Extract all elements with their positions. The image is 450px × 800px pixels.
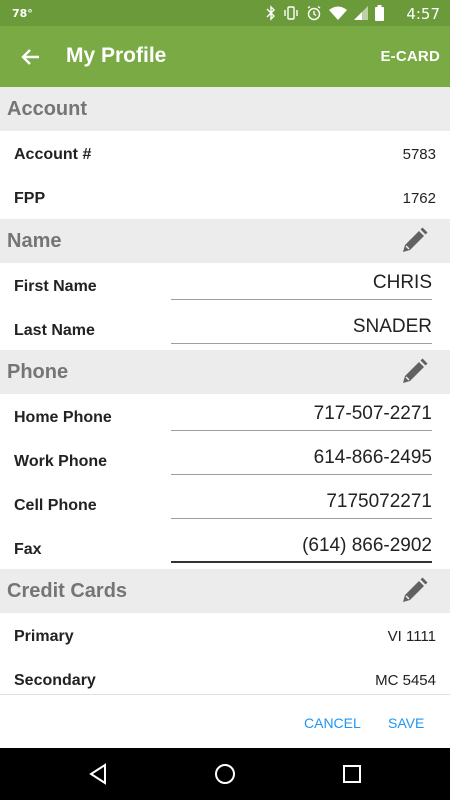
e-card-button[interactable]: E-CARD [380, 48, 440, 65]
row-label: Secondary [14, 672, 96, 689]
work-phone-field[interactable]: 614-866-2495 [171, 442, 432, 475]
cancel-button[interactable]: CANCEL [304, 715, 361, 731]
cell-phone-row: Cell Phone 7175072271 [0, 482, 450, 526]
section-title: Credit Cards [7, 580, 128, 602]
work-phone-row: Work Phone 614-866-2495 [0, 438, 450, 482]
row-label: Cell Phone [14, 497, 97, 514]
app-bar: My Profile E-CARD [0, 26, 450, 87]
home-phone-row: Home Phone 717-507-2271 [0, 394, 450, 438]
nav-home-icon[interactable] [213, 762, 237, 786]
nav-back-icon[interactable] [86, 762, 110, 786]
fax-row: Fax (614) 866-2902 [0, 526, 450, 570]
nav-recents-icon[interactable] [340, 762, 364, 786]
save-button[interactable]: SAVE [388, 715, 424, 731]
row-label: Home Phone [14, 409, 112, 426]
first-name-row: First Name CHRIS [0, 263, 450, 307]
account-number-row: Account # 5783 [0, 131, 450, 175]
row-value: VI 1111 [387, 628, 436, 645]
edit-credit-cards-pencil-icon[interactable] [398, 575, 430, 607]
vibrate-icon [284, 6, 298, 20]
row-value: MC 5454 [375, 672, 436, 689]
last-name-row: Last Name SNADER [0, 307, 450, 351]
section-header-credit-cards: Credit Cards [0, 569, 450, 613]
secondary-card-row: Secondary MC 5454 [0, 657, 450, 694]
edit-name-pencil-icon[interactable] [398, 225, 430, 257]
row-label: FPP [14, 190, 46, 207]
edit-phone-pencil-icon[interactable] [398, 356, 430, 388]
temperature-indicator: 78° [12, 7, 33, 20]
row-label: Account # [14, 146, 92, 163]
fax-field[interactable]: (614) 866-2902 [171, 530, 432, 563]
first-name-field[interactable]: CHRIS [171, 267, 432, 300]
status-bar: 78° 4:57 [0, 0, 450, 26]
battery-icon [375, 5, 384, 21]
system-nav-bar [0, 748, 450, 800]
action-bar: CANCEL SAVE [0, 694, 450, 748]
row-label: Primary [14, 628, 74, 645]
row-label: Last Name [14, 322, 95, 339]
row-label: Fax [14, 541, 42, 558]
section-header-name: Name [0, 219, 450, 263]
cell-phone-field[interactable]: 7175072271 [171, 486, 432, 519]
section-title: Name [7, 230, 62, 252]
primary-card-row: Primary VI 1111 [0, 613, 450, 657]
row-label: First Name [14, 278, 97, 295]
last-name-field[interactable]: SNADER [171, 311, 432, 344]
wifi-icon [329, 6, 347, 20]
back-button[interactable] [14, 40, 48, 74]
arrow-back-icon [21, 49, 39, 65]
bluetooth-icon [266, 5, 275, 21]
clock: 4:57 [406, 5, 440, 23]
section-title: Phone [7, 361, 69, 383]
fpp-row: FPP 1762 [0, 175, 450, 219]
section-header-phone: Phone [0, 350, 450, 394]
row-value: 5783 [402, 146, 436, 163]
signal-icon [354, 6, 368, 20]
row-label: Work Phone [14, 453, 108, 470]
alarm-icon [307, 5, 321, 21]
row-value: 1762 [402, 190, 436, 207]
status-icons [266, 4, 384, 22]
section-title: Account [7, 98, 87, 120]
page-title: My Profile [66, 44, 167, 67]
home-phone-field[interactable]: 717-507-2271 [171, 398, 432, 431]
section-header-account: Account [0, 87, 450, 131]
